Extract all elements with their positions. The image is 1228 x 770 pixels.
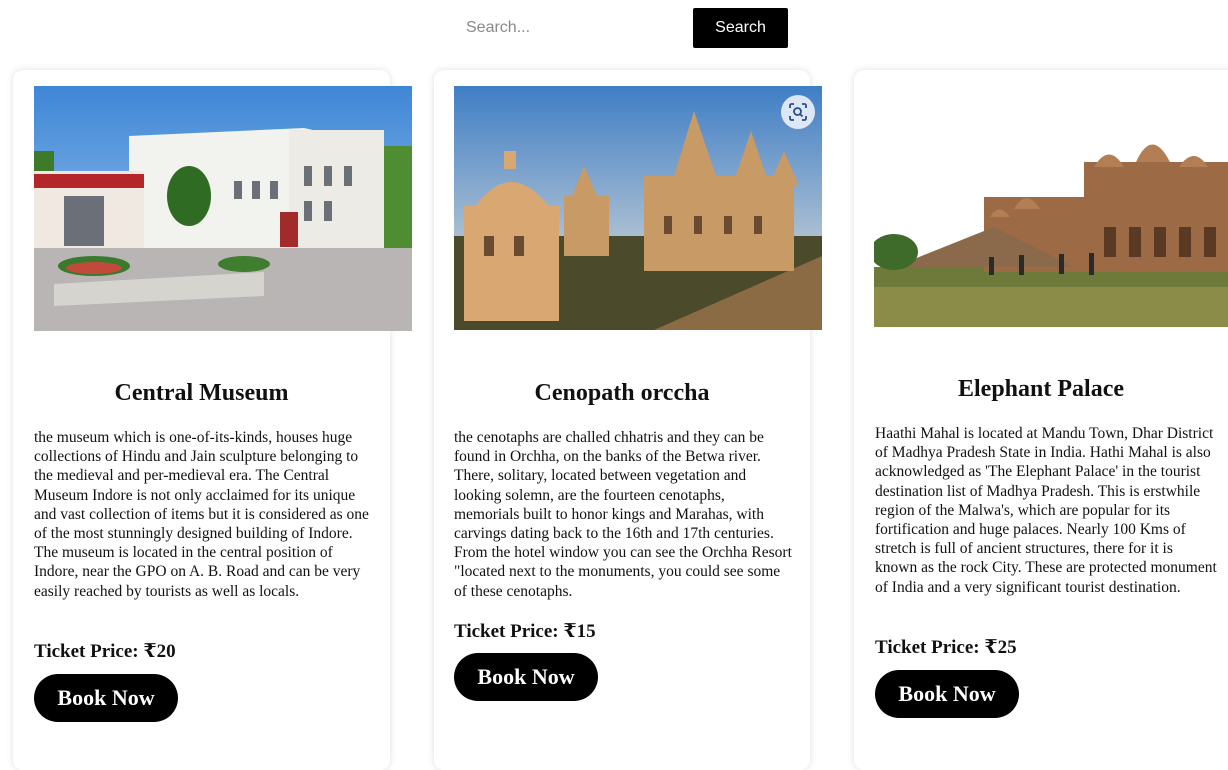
destination-card-elephant-palace: Elephant Palace Haathi Mahal is located … [854, 70, 1228, 770]
card-title: Elephant Palace [958, 376, 1124, 402]
card-description: the cenotaphs are challed chhatris and t… [454, 429, 792, 600]
book-now-button[interactable]: Book Now [875, 670, 1019, 718]
ticket-price: Ticket Price: ₹15 [454, 621, 596, 642]
destination-card-cenopath-orccha: Cenopath orccha the cenotaphs are challe… [434, 70, 822, 770]
elephant-palace-photo [874, 117, 1228, 327]
search-bar: Search [456, 8, 788, 48]
card-description: Haathi Mahal is located at Mandu Town, D… [875, 425, 1217, 596]
ticket-price: Ticket Price: ₹25 [875, 637, 1017, 658]
card-title: Central Museum [114, 380, 289, 406]
card-title: Cenopath orccha [534, 380, 710, 406]
destination-card-central-museum: Central Museum the museum which is one-o… [13, 70, 412, 770]
lens-search-icon[interactable] [781, 95, 815, 129]
search-button[interactable]: Search [693, 8, 788, 48]
card-description: the museum which is one-of-its-kinds, ho… [34, 429, 369, 600]
book-now-button[interactable]: Book Now [34, 674, 178, 722]
search-input[interactable] [456, 10, 676, 46]
book-now-button[interactable]: Book Now [454, 653, 598, 701]
central-museum-photo [34, 86, 412, 331]
ticket-price: Ticket Price: ₹20 [34, 641, 176, 662]
cenotaphs-orchha-photo [454, 86, 822, 330]
